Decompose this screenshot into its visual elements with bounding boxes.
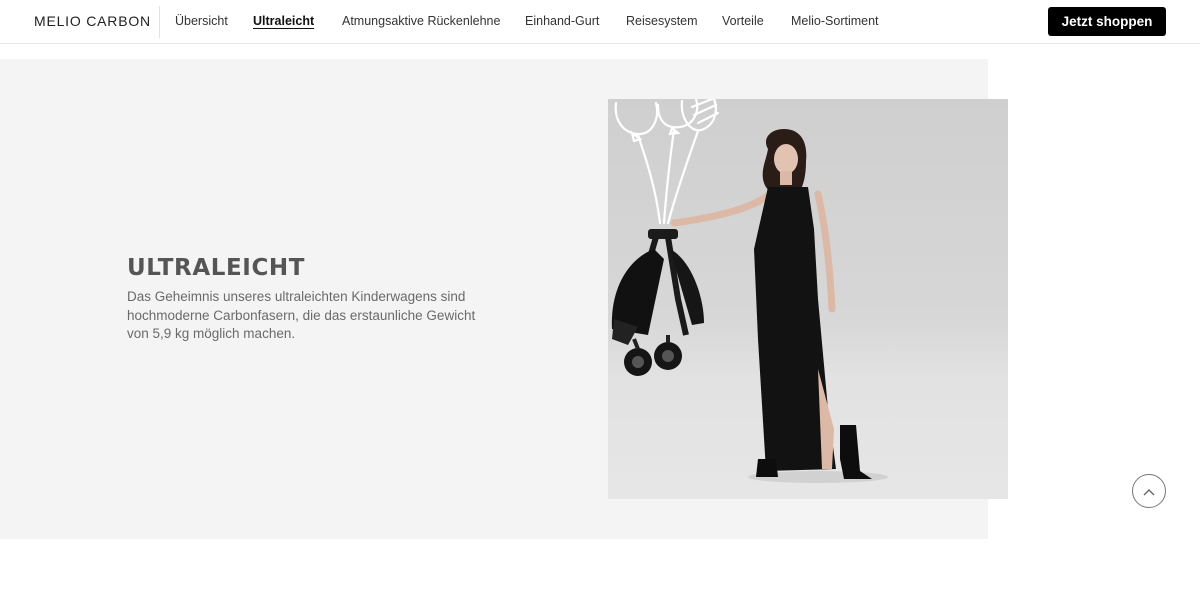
nav-link-uebersicht[interactable]: Übersicht — [175, 14, 228, 28]
nav-divider — [159, 6, 160, 38]
section-title: ULTRALEICHT — [127, 255, 306, 281]
product-photo — [608, 99, 1008, 499]
scroll-to-top-button[interactable] — [1132, 474, 1166, 508]
nav-link-ultraleicht[interactable]: Ultraleicht — [253, 14, 314, 28]
nav-link-melio-sortiment[interactable]: Melio-Sortiment — [791, 14, 879, 28]
section-description: Das Geheimnis unseres ultraleichten Kind… — [127, 289, 476, 341]
shop-now-button[interactable]: Jetzt shoppen — [1048, 7, 1166, 36]
model-with-stroller-illustration — [611, 99, 888, 483]
nav-link-reisesystem[interactable]: Reisesystem — [626, 14, 698, 28]
brand-logo[interactable]: MELIO CARBON — [34, 13, 151, 29]
chevron-up-icon — [1143, 484, 1155, 499]
nav-link-atmungsaktive-rueckenlehne[interactable]: Atmungsaktive Rückenlehne — [342, 14, 500, 28]
nav-link-vorteile[interactable]: Vorteile — [722, 14, 764, 28]
top-navigation: MELIO CARBON Übersicht Ultraleicht Atmun… — [0, 0, 1200, 44]
nav-link-einhand-gurt[interactable]: Einhand-Gurt — [525, 14, 599, 28]
